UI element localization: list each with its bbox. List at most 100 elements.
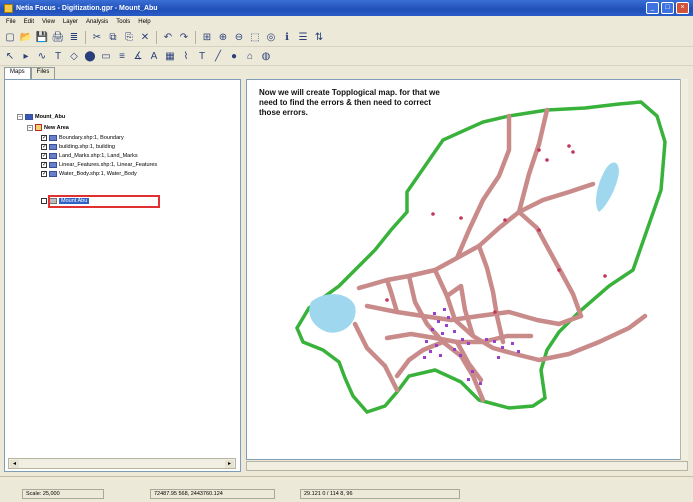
tab-files[interactable]: Files: [30, 67, 56, 79]
building: [485, 338, 488, 341]
delete-icon[interactable]: ✕: [138, 30, 152, 44]
menu-edit[interactable]: Edit: [24, 19, 34, 25]
map-icon: [25, 114, 33, 120]
building: [471, 370, 474, 373]
map-horizontal-scrollbar[interactable]: [246, 461, 688, 471]
layer-row[interactable]: Linear_Features.shp:1, Linear_Features: [41, 162, 157, 168]
landmark: [503, 218, 507, 222]
menu-analysis[interactable]: Analysis: [86, 19, 108, 25]
layer-checkbox[interactable]: [41, 198, 47, 204]
zoom-out-icon[interactable]: ⊖: [232, 30, 246, 44]
building: [435, 344, 438, 347]
paste-icon[interactable]: ⎘: [122, 30, 136, 44]
toc-horizontal-scrollbar[interactable]: ◂ ▸: [8, 458, 236, 469]
layer-row[interactable]: Boundary.shp:1, Boundary: [41, 135, 124, 141]
building: [517, 350, 520, 353]
layer-row[interactable]: Water_Body.shp:1, Water_Body: [41, 171, 137, 177]
building: [423, 356, 426, 359]
zoom-in-icon[interactable]: ⊕: [216, 30, 230, 44]
layer-checkbox[interactable]: [41, 153, 47, 159]
pattern-icon[interactable]: ▦: [163, 49, 177, 63]
layer-label: building.shp:1, building: [59, 144, 115, 150]
group-icon: [35, 124, 42, 131]
menu-view[interactable]: View: [42, 19, 55, 25]
building: [501, 346, 504, 349]
building: [429, 350, 432, 353]
text-icon[interactable]: T: [51, 49, 65, 63]
map-vertical-scrollbar[interactable]: [680, 79, 688, 460]
layer-row[interactable]: building.shp:1, building: [41, 144, 115, 150]
fill-color-icon[interactable]: ⬤: [83, 49, 97, 63]
pan-icon[interactable]: ◎: [264, 30, 278, 44]
menu-layer[interactable]: Layer: [63, 19, 78, 25]
play-icon[interactable]: ▸: [19, 49, 33, 63]
redo-icon[interactable]: ↷: [177, 30, 191, 44]
close-button[interactable]: ×: [676, 2, 689, 14]
layer-row[interactable]: Land_Marks.shp:1, Land_Marks: [41, 153, 138, 159]
toc-tabs: Maps Files: [4, 67, 56, 79]
landmark: [567, 144, 571, 148]
globe-icon[interactable]: ◍: [259, 49, 273, 63]
zoom-box-icon[interactable]: ⬚: [248, 30, 262, 44]
building: [453, 330, 456, 333]
vertex-icon[interactable]: ◇: [67, 49, 81, 63]
new-icon[interactable]: ▢: [3, 30, 17, 44]
open-icon[interactable]: 📂: [19, 30, 33, 44]
building: [497, 356, 500, 359]
info-icon[interactable]: ℹ: [280, 30, 294, 44]
menu-file[interactable]: File: [6, 19, 16, 25]
undo-icon[interactable]: ↶: [161, 30, 175, 44]
print-icon[interactable]: 🖨: [51, 30, 65, 44]
building: [433, 312, 436, 315]
landmark: [571, 150, 575, 154]
layer-label: Boundary.shp:1, Boundary: [59, 135, 124, 141]
minimize-button[interactable]: _: [646, 2, 659, 14]
layer-checkbox[interactable]: [41, 162, 47, 168]
copy-icon[interactable]: ⧉: [106, 30, 120, 44]
toc-group[interactable]: − New Area: [27, 124, 69, 131]
save-icon[interactable]: 💾: [35, 30, 49, 44]
line-weight-icon[interactable]: ⌇: [179, 49, 193, 63]
maximize-button[interactable]: □: [661, 2, 674, 14]
properties-icon[interactable]: ≣: [67, 30, 81, 44]
menu-bar: File Edit View Layer Analysis Tools Help: [0, 16, 693, 27]
building: [459, 354, 462, 357]
point-tool-icon[interactable]: ●: [227, 49, 241, 63]
building: [441, 332, 444, 335]
layer-icon: [49, 153, 57, 159]
layer-label: Linear_Features.shp:1, Linear_Features: [59, 162, 158, 168]
tab-maps[interactable]: Maps: [4, 67, 31, 79]
font-icon[interactable]: A: [147, 49, 161, 63]
collapse-icon[interactable]: −: [17, 114, 23, 120]
scroll-left-icon[interactable]: ◂: [10, 460, 19, 468]
polygon-tool-icon[interactable]: ⌂: [243, 49, 257, 63]
line-tool-icon[interactable]: ╱: [211, 49, 225, 63]
scroll-right-icon[interactable]: ▸: [225, 460, 234, 468]
toolbar-separator: [156, 30, 157, 44]
map-view[interactable]: Now we will create Topplogical map. for …: [246, 79, 688, 460]
cut-icon[interactable]: ✂: [90, 30, 104, 44]
angle-icon[interactable]: ∡: [131, 49, 145, 63]
landmark: [557, 268, 561, 272]
layer-checkbox[interactable]: [41, 171, 47, 177]
attribute-table-icon[interactable]: ☰: [296, 30, 310, 44]
full-extent-icon[interactable]: ⊞: [200, 30, 214, 44]
landmark: [493, 310, 497, 314]
layer-icon: [49, 162, 57, 168]
layer-checkbox[interactable]: [41, 144, 47, 150]
landmark: [603, 274, 607, 278]
coordinates-field: 72487.95 568, 2443760.124: [150, 489, 275, 499]
scale-field[interactable]: Scale: 25,000: [22, 489, 104, 499]
toc-root[interactable]: − Mount_Abu: [17, 114, 65, 120]
select-arrow-icon[interactable]: ↖: [3, 49, 17, 63]
menu-help[interactable]: Help: [138, 19, 150, 25]
map-canvas[interactable]: [247, 80, 689, 461]
text-tool-icon[interactable]: T: [195, 49, 209, 63]
collapse-icon[interactable]: −: [27, 124, 33, 131]
curve-icon[interactable]: ∿: [35, 49, 49, 63]
menu-tools[interactable]: Tools: [116, 19, 130, 25]
layer-checkbox[interactable]: [41, 135, 47, 141]
rectangle-icon[interactable]: ▭: [99, 49, 113, 63]
line-style-icon[interactable]: ≡: [115, 49, 129, 63]
sort-icon[interactable]: ⇅: [312, 30, 326, 44]
